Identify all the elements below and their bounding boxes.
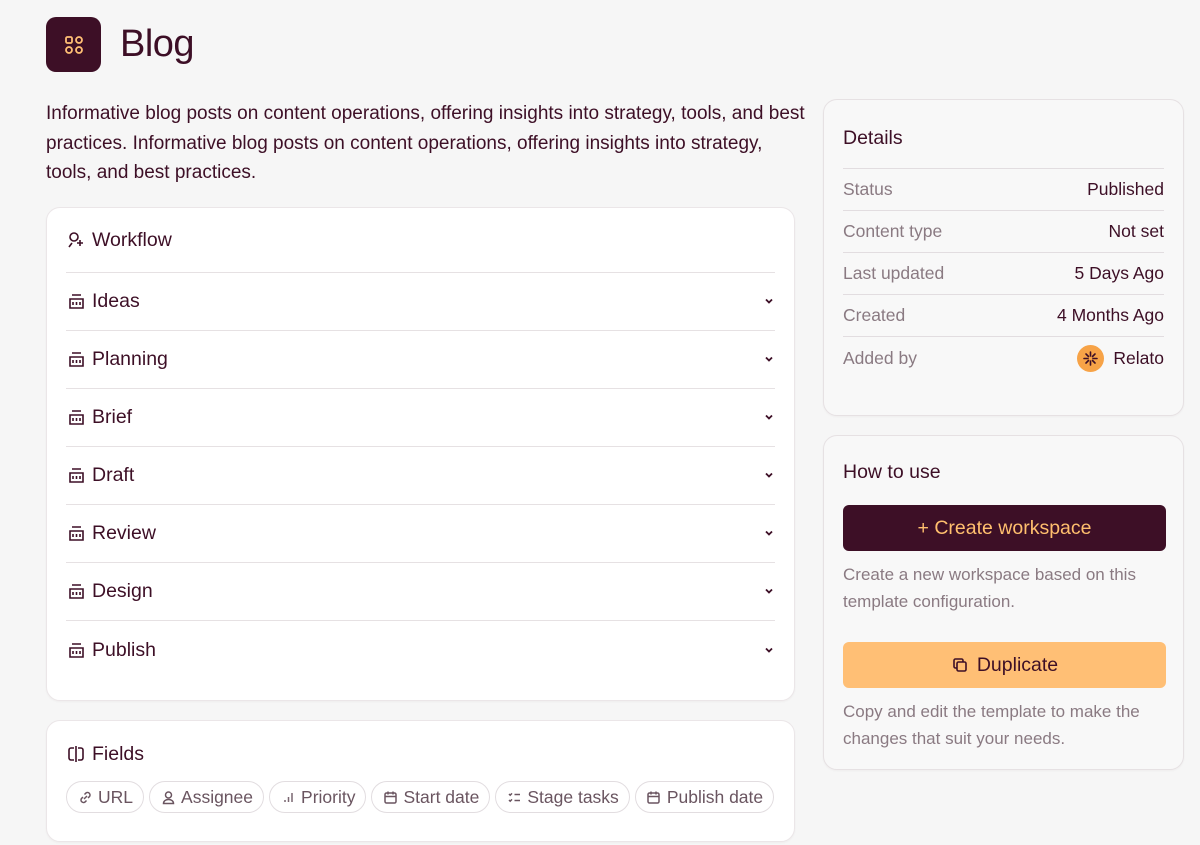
chevron-down-icon[interactable] <box>763 348 775 371</box>
field-chip-publish-date[interactable]: Publish date <box>634 781 775 813</box>
duplicate-label: Duplicate <box>976 653 1059 676</box>
field-chip-label: Start date <box>403 786 480 807</box>
fields-title: Fields <box>92 742 145 765</box>
detail-label: Created <box>843 305 906 325</box>
page-header: Blog <box>46 17 195 72</box>
detail-value: Published <box>1087 179 1164 199</box>
stage-label: Design <box>92 580 153 602</box>
link-icon <box>77 789 93 805</box>
workflow-stage-planning[interactable]: Planning <box>66 331 775 389</box>
stage-icon <box>66 582 86 602</box>
avatar <box>1077 344 1105 372</box>
workflow-title: Workflow <box>92 228 172 251</box>
stage-label: Draft <box>92 464 135 486</box>
chevron-down-icon[interactable] <box>763 464 775 487</box>
create-workspace-help: Create a new workspace based on this tem… <box>843 565 1136 611</box>
detail-value: 5 Days Ago <box>1074 263 1165 283</box>
template-grid-icon <box>46 17 101 72</box>
details-card: Details Status Published Content type No… <box>823 99 1184 416</box>
chevron-down-icon[interactable] <box>763 580 775 603</box>
how-to-use-card: How to use + Create workspace Create a n… <box>823 435 1184 770</box>
stage-icon <box>66 466 86 486</box>
stage-icon <box>66 408 86 428</box>
field-chip-label: Priority <box>301 786 356 807</box>
chevron-down-icon[interactable] <box>763 406 775 429</box>
stage-label: Publish <box>92 638 156 661</box>
chevron-down-icon[interactable] <box>763 639 775 662</box>
workflow-stage-review[interactable]: Review <box>66 505 775 563</box>
detail-label: Content type <box>843 221 943 241</box>
fields-card: Fields URL Assignee Priority Start date <box>46 720 795 842</box>
stage-icon <box>66 350 86 370</box>
workflow-card: Workflow Ideas Planning Brief Draft Revi… <box>46 207 795 701</box>
duplicate-help: Copy and edit the template to make the c… <box>843 702 1140 748</box>
field-chip-stage-tasks[interactable]: Stage tasks <box>495 781 630 813</box>
field-chip-start-date[interactable]: Start date <box>371 781 491 813</box>
workflow-stage-ideas[interactable]: Ideas <box>66 273 775 331</box>
detail-row-created: Created 4 Months Ago <box>843 295 1164 337</box>
create-workspace-button[interactable]: + Create workspace <box>843 505 1166 551</box>
chevron-down-icon[interactable] <box>763 522 775 545</box>
stage-label: Review <box>92 522 156 544</box>
stage-icon <box>66 292 86 312</box>
stage-label: Brief <box>92 406 133 428</box>
detail-label: Last updated <box>843 263 945 283</box>
stage-icon <box>66 640 86 660</box>
page-description: Informative blog posts on content operat… <box>46 103 805 183</box>
field-chip-assignee[interactable]: Assignee <box>149 781 265 813</box>
detail-label: Status <box>843 179 893 199</box>
field-chip-label: Publish date <box>666 786 764 807</box>
workflow-icon <box>66 230 86 250</box>
workflow-stage-publish[interactable]: Publish <box>66 621 775 679</box>
fields-header: Fields <box>66 721 775 787</box>
chevron-down-icon[interactable] <box>763 290 775 313</box>
duplicate-button[interactable]: Duplicate <box>843 642 1166 688</box>
workflow-header: Workflow <box>66 208 775 273</box>
field-chip-label: Stage tasks <box>527 786 619 807</box>
detail-label: Added by <box>843 347 917 368</box>
detail-row-added-by: Added by Relato <box>843 337 1164 379</box>
calendar-icon <box>646 789 662 805</box>
details-title: Details <box>843 100 1164 169</box>
field-chip-priority[interactable]: Priority <box>269 781 367 813</box>
user-icon <box>160 789 176 805</box>
stage-label: Ideas <box>92 290 140 312</box>
detail-row-status: Status Published <box>843 169 1164 211</box>
stage-label: Planning <box>92 348 168 370</box>
workflow-stage-brief[interactable]: Brief <box>66 389 775 447</box>
duplicate-icon <box>951 655 971 675</box>
page-title: Blog <box>120 23 195 65</box>
field-chip-label: URL <box>98 786 134 807</box>
how-to-use-title: How to use <box>843 461 941 483</box>
detail-row-content-type: Content type Not set <box>843 211 1164 253</box>
added-by-name: Relato <box>1113 347 1164 368</box>
priority-bars-icon <box>280 789 296 805</box>
fields-icon <box>66 744 86 764</box>
calendar-icon <box>382 789 398 805</box>
field-chip-list: URL Assignee Priority Start date Stage t… <box>66 781 775 813</box>
field-chip-label: Assignee <box>181 786 254 807</box>
detail-row-last-updated: Last updated 5 Days Ago <box>843 253 1164 295</box>
workflow-stage-design[interactable]: Design <box>66 563 775 621</box>
workflow-stage-draft[interactable]: Draft <box>66 447 775 505</box>
detail-value: 4 Months Ago <box>1056 305 1164 325</box>
checklist-icon <box>506 789 522 805</box>
field-chip-url[interactable]: URL <box>66 781 145 813</box>
stage-icon <box>66 524 86 544</box>
detail-value: Not set <box>1108 221 1164 241</box>
